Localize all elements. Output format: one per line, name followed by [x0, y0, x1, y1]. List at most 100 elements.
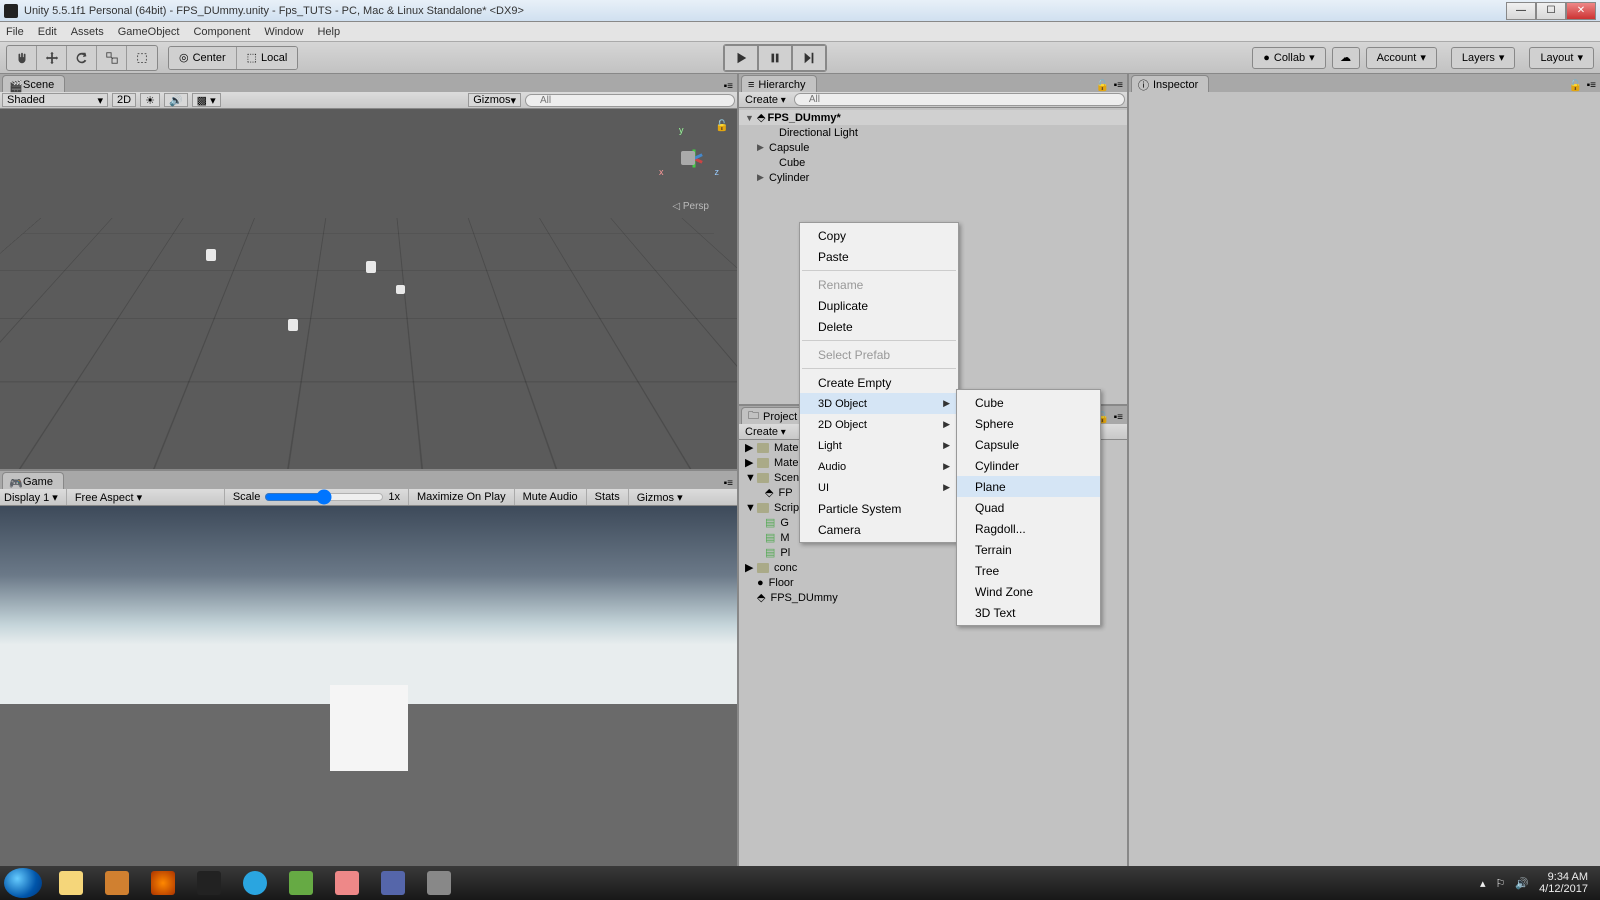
sub-3dtext[interactable]: 3D Text [957, 602, 1100, 623]
close-button[interactable]: ✕ [1566, 2, 1596, 20]
move-tool[interactable] [37, 46, 67, 70]
pause-button[interactable] [758, 45, 792, 71]
sub-capsule[interactable]: Capsule [957, 434, 1100, 455]
sub-cube[interactable]: Cube [957, 392, 1100, 413]
lock-icon[interactable]: 🔓 [715, 119, 729, 132]
scene-search[interactable] [525, 94, 735, 107]
minimize-button[interactable]: — [1506, 2, 1536, 20]
tray-volume-icon[interactable]: 🔊 [1515, 877, 1529, 890]
ctx-create-empty[interactable]: Create Empty [800, 372, 958, 393]
task-firefox[interactable] [141, 869, 185, 897]
projection-label[interactable]: Persp [672, 201, 709, 212]
task-app1[interactable] [95, 869, 139, 897]
task-explorer[interactable] [49, 869, 93, 897]
panel-menu-icon[interactable]: ▪≡ [1114, 80, 1123, 91]
gizmos-dropdown[interactable]: Gizmos ▾ [468, 93, 521, 107]
stats-toggle[interactable]: Stats [595, 491, 620, 503]
task-app3[interactable] [371, 869, 415, 897]
hierarchy-search[interactable] [794, 93, 1125, 106]
play-button[interactable] [724, 45, 758, 71]
mute-audio-toggle[interactable]: Mute Audio [523, 491, 578, 503]
layout-dropdown[interactable]: Layout ▾ [1529, 47, 1594, 69]
tab-scene[interactable]: 🎬Scene [2, 75, 65, 92]
task-app2[interactable] [279, 869, 323, 897]
rotate-tool[interactable] [67, 46, 97, 70]
sub-ragdoll[interactable]: Ragdoll... [957, 518, 1100, 539]
sub-quad[interactable]: Quad [957, 497, 1100, 518]
menu-component[interactable]: Component [193, 26, 250, 38]
ctx-particle-system[interactable]: Particle System [800, 498, 958, 519]
rect-tool[interactable] [127, 46, 157, 70]
hierarchy-scene-root[interactable]: ▼⬘ FPS_DUmmy* [739, 110, 1127, 125]
scene-gizmo[interactable]: y x z [657, 127, 717, 187]
tab-inspector[interactable]: ⓘ Inspector [1131, 75, 1209, 92]
sub-cylinder[interactable]: Cylinder [957, 455, 1100, 476]
panel-menu-icon[interactable]: ▪≡ [1114, 412, 1123, 423]
start-button[interactable] [4, 868, 42, 898]
sub-terrain[interactable]: Terrain [957, 539, 1100, 560]
sub-tree[interactable]: Tree [957, 560, 1100, 581]
layers-dropdown[interactable]: Layers ▾ [1451, 47, 1516, 69]
game-viewport[interactable] [0, 506, 737, 866]
audio-toggle[interactable]: 🔊 [164, 93, 188, 107]
ctx-camera[interactable]: Camera [800, 519, 958, 540]
clock[interactable]: 9:34 AM 4/12/2017 [1539, 871, 1588, 895]
shading-dropdown[interactable]: Shaded▾ [2, 93, 108, 107]
task-app4[interactable] [417, 869, 461, 897]
ctx-light[interactable]: Light▶ [800, 435, 958, 456]
sub-sphere[interactable]: Sphere [957, 413, 1100, 434]
collab-dropdown[interactable]: ● Collab ▾ [1252, 47, 1325, 69]
ctx-2d-object[interactable]: 2D Object▶ [800, 414, 958, 435]
menu-file[interactable]: File [6, 26, 24, 38]
2d-toggle[interactable]: 2D [112, 93, 136, 107]
menu-gameobject[interactable]: GameObject [118, 26, 180, 38]
ctx-paste[interactable]: Paste [800, 246, 958, 267]
cloud-button[interactable]: ☁ [1332, 47, 1360, 69]
ctx-audio[interactable]: Audio▶ [800, 456, 958, 477]
task-paint[interactable] [325, 869, 369, 897]
fx-toggle[interactable]: ▩ ▾ [192, 93, 221, 107]
scale-slider[interactable] [264, 492, 384, 502]
tray-flag-icon[interactable]: ⚐ [1495, 877, 1505, 890]
hand-tool[interactable] [7, 46, 37, 70]
menu-edit[interactable]: Edit [38, 26, 57, 38]
menu-assets[interactable]: Assets [71, 26, 104, 38]
lock-icon[interactable]: 🔓 [1096, 79, 1110, 92]
game-gizmos-dropdown[interactable]: Gizmos ▾ [637, 491, 683, 504]
hierarchy-item[interactable]: Cube [739, 155, 1127, 170]
handle-toggle[interactable]: ⬚ Local [237, 47, 298, 69]
menu-window[interactable]: Window [264, 26, 303, 38]
maximize-on-play-toggle[interactable]: Maximize On Play [417, 491, 506, 503]
hierarchy-item[interactable]: ▶Cylinder [739, 170, 1127, 185]
sub-windzone[interactable]: Wind Zone [957, 581, 1100, 602]
panel-menu-icon[interactable]: ▪≡ [1587, 80, 1596, 91]
menu-help[interactable]: Help [317, 26, 340, 38]
task-unity[interactable] [187, 869, 231, 897]
tab-game[interactable]: 🎮Game [2, 472, 64, 489]
account-dropdown[interactable]: Account ▾ [1366, 47, 1437, 69]
pivot-toggle[interactable]: ◎ Center [169, 47, 237, 69]
hierarchy-create-dropdown[interactable]: Create ▾ [741, 94, 790, 106]
step-button[interactable] [792, 45, 826, 71]
scene-viewport[interactable]: y x z 🔓 Persp [0, 109, 737, 469]
panel-menu-icon[interactable]: ▪≡ [724, 478, 733, 489]
aspect-dropdown[interactable]: Free Aspect ▾ [75, 491, 216, 504]
ctx-3d-object[interactable]: 3D Object▶ Cube Sphere Capsule Cylinder … [800, 393, 958, 414]
sub-plane[interactable]: Plane [957, 476, 1100, 497]
lock-icon[interactable]: 🔓 [1569, 79, 1583, 92]
maximize-button[interactable]: ☐ [1536, 2, 1566, 20]
hierarchy-item[interactable]: Directional Light [739, 125, 1127, 140]
hierarchy-item[interactable]: ▶Capsule [739, 140, 1127, 155]
lighting-toggle[interactable]: ☀ [140, 93, 160, 107]
task-skype[interactable] [233, 869, 277, 897]
ctx-ui[interactable]: UI▶ [800, 477, 958, 498]
panel-menu-icon[interactable]: ▪≡ [724, 81, 733, 92]
ctx-duplicate[interactable]: Duplicate [800, 295, 958, 316]
project-create-dropdown[interactable]: Create ▾ [741, 426, 790, 438]
tab-hierarchy[interactable]: ≡ Hierarchy [741, 75, 817, 92]
display-dropdown[interactable]: Display 1 ▾ [4, 491, 58, 504]
ctx-delete[interactable]: Delete [800, 316, 958, 337]
tray-expand-icon[interactable]: ▴ [1480, 877, 1486, 890]
ctx-copy[interactable]: Copy [800, 225, 958, 246]
scale-tool[interactable] [97, 46, 127, 70]
